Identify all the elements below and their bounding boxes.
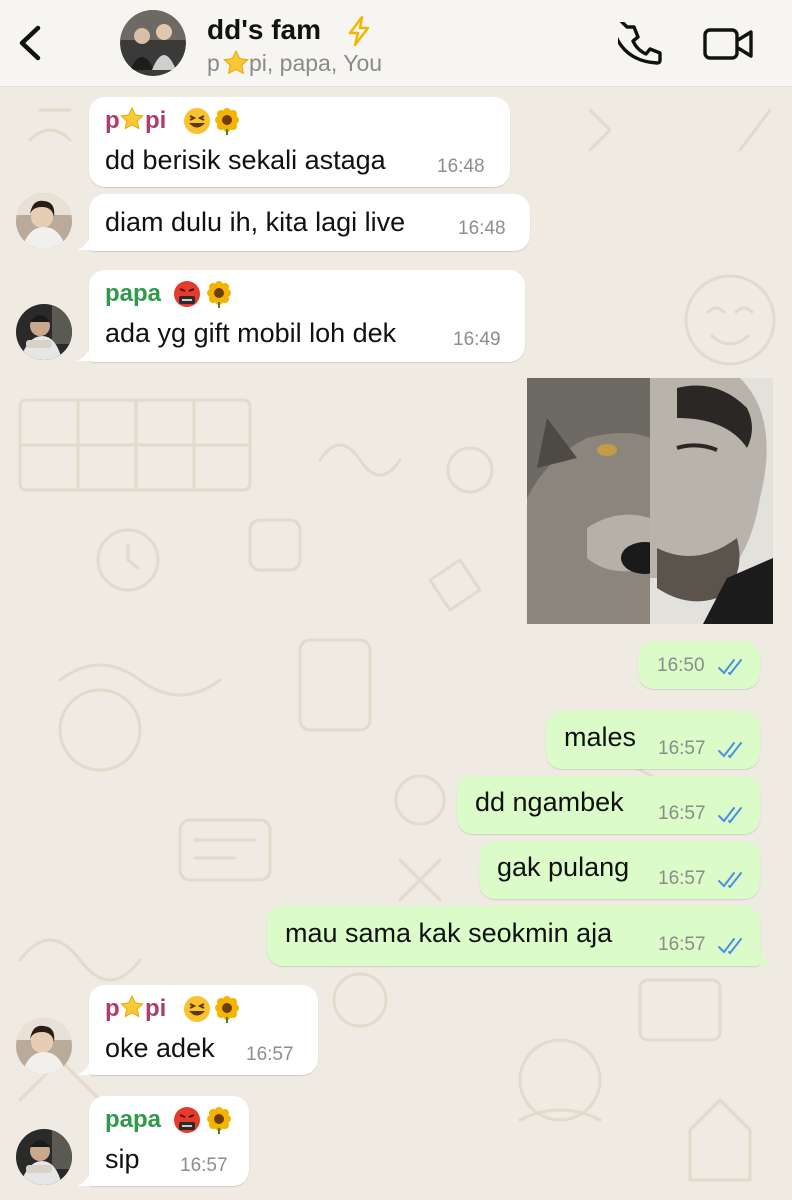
bubble-tail: [760, 950, 774, 966]
message-text: sip: [105, 1144, 140, 1174]
message-text: mau sama kak seokmin aja: [285, 918, 613, 948]
message-time: 16:57: [658, 803, 706, 824]
sunflower-emoji-icon: [207, 1107, 231, 1134]
sunflower-emoji-icon: [215, 108, 239, 135]
double-check-icon: [718, 872, 742, 889]
chat-header: dd's fam p pi, papa, You: [0, 0, 792, 87]
sender-name: papa: [105, 280, 162, 307]
message-time: 16:48: [437, 156, 485, 177]
cursing-face-emoji-icon: [174, 281, 200, 307]
message-text: ada yg gift mobil loh dek: [105, 318, 397, 348]
double-check-icon: [718, 742, 742, 759]
message-bubble[interactable]: p pi oke adek 16:57: [89, 985, 318, 1075]
shared-photo[interactable]: [527, 378, 773, 624]
message-bubble[interactable]: dd ngambek 16:57: [457, 776, 760, 834]
message-text: gak pulang: [497, 852, 630, 882]
lightning-icon: [348, 16, 370, 46]
sunflower-emoji-icon: [207, 281, 231, 308]
message-text: dd ngambek: [475, 787, 624, 817]
avatar[interactable]: [16, 304, 72, 360]
cursing-face-emoji-icon: [174, 1107, 200, 1133]
message-time: 16:48: [458, 218, 506, 239]
message-bubble[interactable]: p pi dd berisik sekali astaga 16:48: [89, 97, 510, 187]
message-text: males: [564, 722, 637, 752]
message-bubble[interactable]: males 16:57: [546, 711, 760, 769]
grinning-squint-emoji-icon: [184, 996, 210, 1022]
avatar[interactable]: [16, 1018, 72, 1074]
message-time: 16:57: [658, 738, 706, 759]
phone-icon[interactable]: [618, 22, 662, 66]
message-bubble[interactable]: gak pulang 16:57: [479, 841, 760, 899]
video-camera-icon[interactable]: [702, 26, 754, 62]
message-time: 16:57: [658, 934, 706, 955]
grinning-squint-emoji-icon: [184, 108, 210, 134]
sender-name: p: [105, 107, 120, 134]
avatar[interactable]: [16, 193, 72, 249]
message-text: diam dulu ih, kita lagi live: [105, 207, 406, 237]
message-bubble[interactable]: papa ada yg gift mobil loh dek 16:49: [89, 270, 525, 362]
sunflower-emoji-icon: [215, 996, 239, 1023]
message-time: 16:57: [180, 1155, 228, 1176]
double-check-icon: [718, 938, 742, 955]
message-text: dd berisik sekali astaga: [105, 145, 386, 175]
message-bubble[interactable]: 16:50: [638, 641, 760, 689]
message-bubble[interactable]: diam dulu ih, kita lagi live 16:48: [89, 194, 530, 251]
message-time: 16:57: [246, 1044, 294, 1065]
message-time: 16:49: [453, 329, 501, 350]
sender-name: p: [105, 995, 120, 1022]
chat-title[interactable]: dd's fam: [207, 14, 321, 46]
message-time: 16:57: [658, 868, 706, 889]
chat-members-prefix: p: [207, 50, 220, 76]
avatar[interactable]: [16, 1129, 72, 1185]
chat-members: pi, papa, You: [249, 50, 383, 76]
star-icon: [120, 107, 144, 130]
double-check-icon: [718, 807, 742, 824]
sender-name: papa: [105, 1106, 162, 1133]
back-chevron-icon[interactable]: [14, 22, 48, 64]
sender-name-rest: pi: [145, 995, 167, 1022]
message-bubble[interactable]: mau sama kak seokmin aja 16:57: [267, 906, 760, 966]
message-time: 16:50: [657, 655, 705, 676]
message-text: oke adek: [105, 1033, 215, 1063]
star-icon: [223, 50, 249, 75]
sender-name-rest: pi: [145, 107, 167, 134]
group-avatar[interactable]: [120, 10, 186, 76]
star-icon: [120, 995, 144, 1018]
message-bubble[interactable]: papa sip 16:57: [89, 1096, 249, 1186]
double-check-icon: [718, 659, 742, 676]
